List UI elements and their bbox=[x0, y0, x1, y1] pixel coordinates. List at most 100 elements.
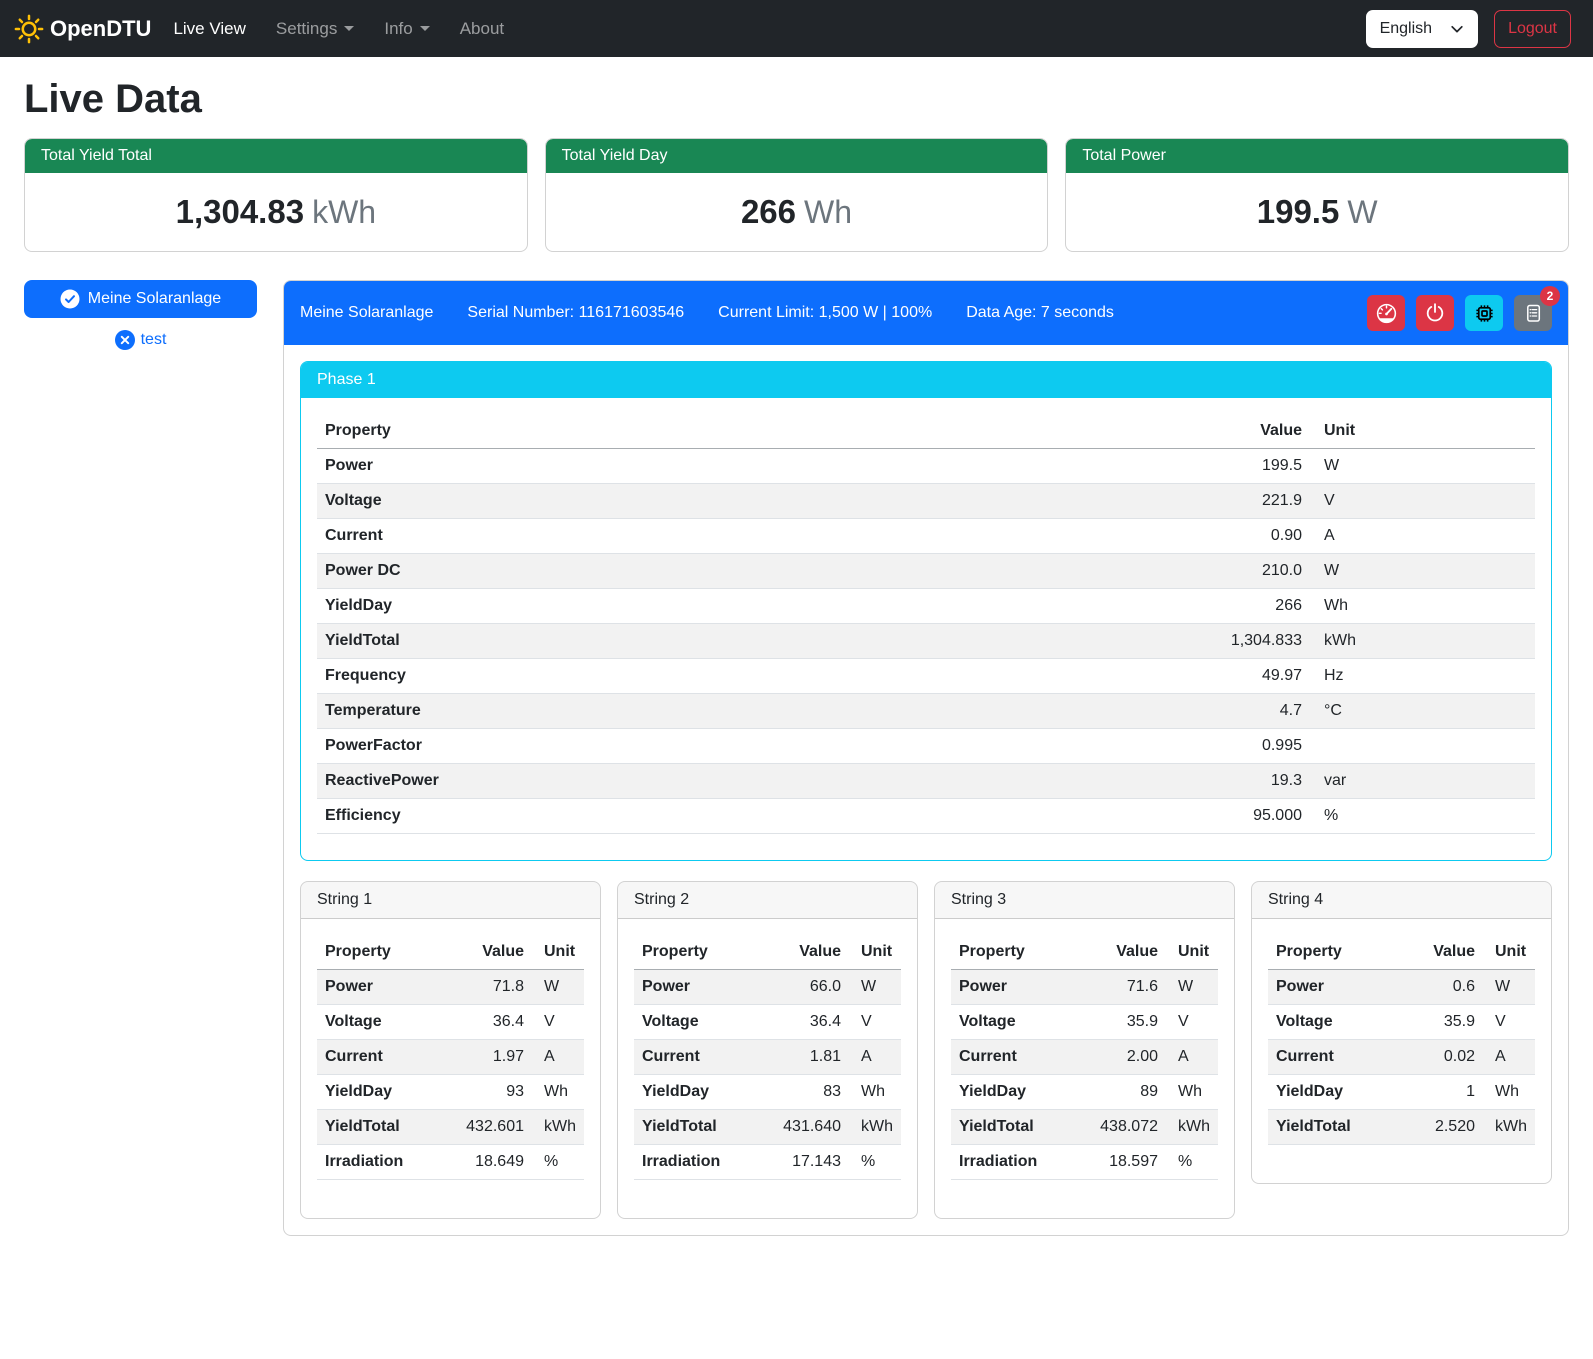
value-cell: 1,304.833 bbox=[1180, 624, 1310, 659]
inverter-name: Meine Solaranlage bbox=[300, 304, 433, 322]
column-header-unit: Unit bbox=[1483, 935, 1535, 970]
nav-item-settings[interactable]: Settings bbox=[276, 19, 354, 39]
logout-button[interactable]: Logout bbox=[1494, 10, 1571, 48]
chevron-down-icon bbox=[344, 26, 354, 31]
unit-cell: Wh bbox=[1310, 589, 1535, 624]
language-select[interactable]: English bbox=[1366, 10, 1478, 48]
table-row: Irradiation 18.597 % bbox=[951, 1145, 1218, 1180]
table-row: YieldDay 89 Wh bbox=[951, 1075, 1218, 1110]
table-row: Power 71.8 W bbox=[317, 970, 584, 1005]
table-row: YieldTotal 2.520 kWh bbox=[1268, 1110, 1535, 1145]
property-cell: Power DC bbox=[317, 554, 1180, 589]
unit-cell: W bbox=[1310, 554, 1535, 589]
card-title: Total Yield Total bbox=[25, 139, 527, 173]
table-row: Efficiency 95.000 % bbox=[317, 799, 1535, 834]
card-title: Total Power bbox=[1066, 139, 1568, 173]
unit-cell: kWh bbox=[532, 1110, 584, 1145]
sidebar-item-test[interactable]: test bbox=[24, 330, 257, 350]
limit-settings-button[interactable] bbox=[1367, 295, 1405, 331]
total-power-card: Total Power 199.5W bbox=[1065, 138, 1569, 252]
value-cell: 1 bbox=[1405, 1075, 1483, 1110]
value-cell: 18.649 bbox=[454, 1145, 532, 1180]
value-cell: 71.8 bbox=[454, 970, 532, 1005]
unit-cell: A bbox=[1166, 1040, 1218, 1075]
table-row: Voltage 36.4 V bbox=[634, 1005, 901, 1040]
event-count-badge: 2 bbox=[1540, 286, 1560, 306]
value-cell: 95.000 bbox=[1180, 799, 1310, 834]
table-row: YieldTotal 438.072 kWh bbox=[951, 1110, 1218, 1145]
table-row: Current 0.90 A bbox=[317, 519, 1535, 554]
property-cell: YieldDay bbox=[317, 589, 1180, 624]
column-header-property: Property bbox=[634, 935, 771, 970]
value-cell: 0.6 bbox=[1405, 970, 1483, 1005]
column-header-value: Value bbox=[454, 935, 532, 970]
property-cell: Current bbox=[951, 1040, 1088, 1075]
value-cell: 18.597 bbox=[1088, 1145, 1166, 1180]
table-row: Power 71.6 W bbox=[951, 970, 1218, 1005]
table-row: ReactivePower 19.3 var bbox=[317, 764, 1535, 799]
column-header-unit: Unit bbox=[1310, 414, 1535, 449]
property-cell: Power bbox=[951, 970, 1088, 1005]
table-row: Voltage 221.9 V bbox=[317, 484, 1535, 519]
card-title: Total Yield Day bbox=[546, 139, 1048, 173]
property-cell: Voltage bbox=[317, 484, 1180, 519]
property-cell: PowerFactor bbox=[317, 729, 1180, 764]
table-row: YieldDay 93 Wh bbox=[317, 1075, 584, 1110]
speedometer-icon bbox=[1374, 301, 1399, 326]
unit-cell: A bbox=[532, 1040, 584, 1075]
table-row: YieldDay 83 Wh bbox=[634, 1075, 901, 1110]
property-cell: Irradiation bbox=[634, 1145, 771, 1180]
value-cell: 199.5 bbox=[1180, 449, 1310, 484]
nav-item-about[interactable]: About bbox=[460, 19, 504, 39]
inverter-panel: Meine Solaranlage Serial Number: 1161716… bbox=[283, 280, 1569, 1236]
table-row: Frequency 49.97 Hz bbox=[317, 659, 1535, 694]
unit-cell: Hz bbox=[1310, 659, 1535, 694]
column-header-value: Value bbox=[771, 935, 849, 970]
string-card-title: String 4 bbox=[1252, 882, 1551, 919]
unit-cell: Wh bbox=[849, 1075, 901, 1110]
total-yield-total-unit: kWh bbox=[312, 194, 376, 230]
inverter-panel-header: Meine Solaranlage Serial Number: 1161716… bbox=[284, 281, 1568, 345]
unit-cell: kWh bbox=[1483, 1110, 1535, 1145]
power-settings-button[interactable] bbox=[1416, 295, 1454, 331]
unit-cell: V bbox=[532, 1005, 584, 1040]
nav-item-info[interactable]: Info bbox=[384, 19, 429, 39]
event-log-button[interactable]: 2 bbox=[1514, 295, 1552, 331]
property-cell: Voltage bbox=[634, 1005, 771, 1040]
string-4-card: String 4 Property Value Unit bbox=[1251, 881, 1552, 1184]
main-row: Meine Solaranlage test Meine Solaranlage… bbox=[24, 280, 1569, 1236]
property-cell: YieldTotal bbox=[317, 624, 1180, 659]
nav-links: Live View Settings Info About bbox=[173, 19, 504, 39]
unit-cell: V bbox=[1166, 1005, 1218, 1040]
string-2-card: String 2 Property Value Unit bbox=[617, 881, 918, 1219]
property-cell: Current bbox=[317, 1040, 454, 1075]
top-navbar: OpenDTU Live View Settings Info About En… bbox=[0, 0, 1593, 57]
device-info-button[interactable] bbox=[1465, 295, 1503, 331]
sidebar-item-meine-solaranlage[interactable]: Meine Solaranlage bbox=[24, 280, 257, 318]
property-cell: Current bbox=[1268, 1040, 1405, 1075]
value-cell: 1.97 bbox=[454, 1040, 532, 1075]
total-yield-total-value: 1,304.83 bbox=[176, 193, 304, 230]
table-row: Current 1.81 A bbox=[634, 1040, 901, 1075]
summary-cards-row: Total Yield Total 1,304.83kWh Total Yiel… bbox=[24, 138, 1569, 252]
unit-cell: W bbox=[1166, 970, 1218, 1005]
total-yield-day-unit: Wh bbox=[804, 194, 852, 230]
nav-item-live-view[interactable]: Live View bbox=[173, 19, 245, 39]
property-cell: Current bbox=[317, 519, 1180, 554]
brand-link[interactable]: OpenDTU bbox=[14, 14, 151, 44]
table-row: Power 199.5 W bbox=[317, 449, 1535, 484]
table-row: YieldDay 1 Wh bbox=[1268, 1075, 1535, 1110]
unit-cell: var bbox=[1310, 764, 1535, 799]
strings-row: String 1 Property Value Unit bbox=[300, 881, 1552, 1219]
chevron-down-icon bbox=[1450, 22, 1464, 36]
value-cell: 2.520 bbox=[1405, 1110, 1483, 1145]
string-card-title: String 3 bbox=[935, 882, 1234, 919]
unit-cell: % bbox=[1310, 799, 1535, 834]
property-cell: Voltage bbox=[1268, 1005, 1405, 1040]
sun-icon bbox=[14, 14, 44, 44]
brand-label: OpenDTU bbox=[50, 16, 151, 42]
chip-icon bbox=[1472, 301, 1497, 326]
column-header-property: Property bbox=[951, 935, 1088, 970]
property-cell: YieldTotal bbox=[317, 1110, 454, 1145]
total-power-value: 199.5 bbox=[1257, 193, 1340, 230]
